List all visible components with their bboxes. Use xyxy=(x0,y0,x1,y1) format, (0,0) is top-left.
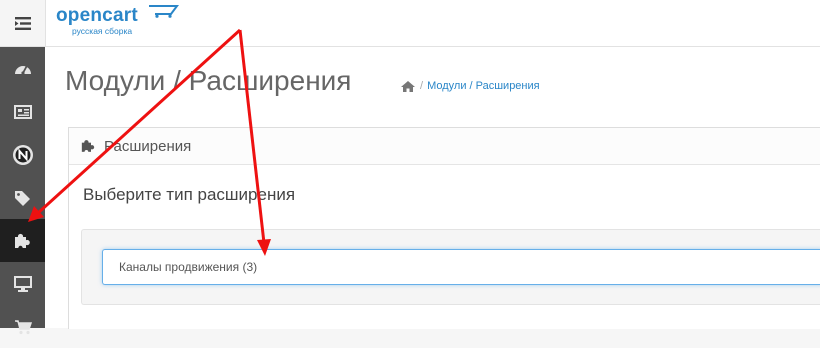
content-area: Расширения Выберите тип расширения Канал… xyxy=(45,112,820,329)
sidebar-item-dashboard[interactable] xyxy=(0,47,45,90)
extension-type-select[interactable]: Каналы продвижения (3) xyxy=(102,249,820,285)
cart-icon xyxy=(14,319,32,334)
breadcrumb: / Модули / Расширения xyxy=(401,80,540,92)
panel-heading-title: Расширения xyxy=(104,137,192,155)
extensions-panel: Расширения Выберите тип расширения Канал… xyxy=(68,127,820,329)
sidebar-item-sales[interactable] xyxy=(0,305,45,348)
breadcrumb-link-extensions[interactable]: Модули / Расширения xyxy=(427,80,540,92)
sidebar-item-design[interactable] xyxy=(0,262,45,305)
sidebar-item-tags[interactable] xyxy=(0,176,45,219)
sidebar xyxy=(0,47,45,334)
menu-toggle-button[interactable] xyxy=(0,0,46,46)
breadcrumb-separator: / xyxy=(420,80,424,92)
page-header: Модули / Расширения / Модули / Расширени… xyxy=(45,47,820,112)
sidebar-item-neoseo[interactable] xyxy=(0,133,45,176)
puzzle-icon xyxy=(81,140,95,153)
logo-cart-icon xyxy=(149,5,179,18)
catalog-icon xyxy=(13,104,32,119)
puzzle-icon xyxy=(14,233,30,249)
sidebar-item-catalog[interactable] xyxy=(0,90,45,133)
sidebar-item-extensions[interactable] xyxy=(0,219,45,262)
extension-type-heading: Выберите тип расширения xyxy=(83,185,296,204)
logo-text: opencart xyxy=(56,5,138,26)
home-icon[interactable] xyxy=(401,80,415,92)
panel-heading: Расширения xyxy=(69,128,820,165)
menu-toggle-icon xyxy=(14,16,31,30)
extension-type-selected-value: Каналы продвижения (3) xyxy=(119,260,258,274)
dashboard-icon xyxy=(14,65,31,75)
neoseo-icon xyxy=(12,144,33,165)
page-title: Модули / Расширения xyxy=(65,65,352,96)
logo-subtext: русская сборка xyxy=(72,26,133,36)
top-bar: opencart русская сборка xyxy=(0,0,820,47)
filter-well: Каналы продвижения (3) xyxy=(81,229,820,305)
logo[interactable]: opencart русская сборка xyxy=(56,6,138,36)
desktop-icon xyxy=(13,275,32,292)
tags-icon xyxy=(14,190,30,206)
